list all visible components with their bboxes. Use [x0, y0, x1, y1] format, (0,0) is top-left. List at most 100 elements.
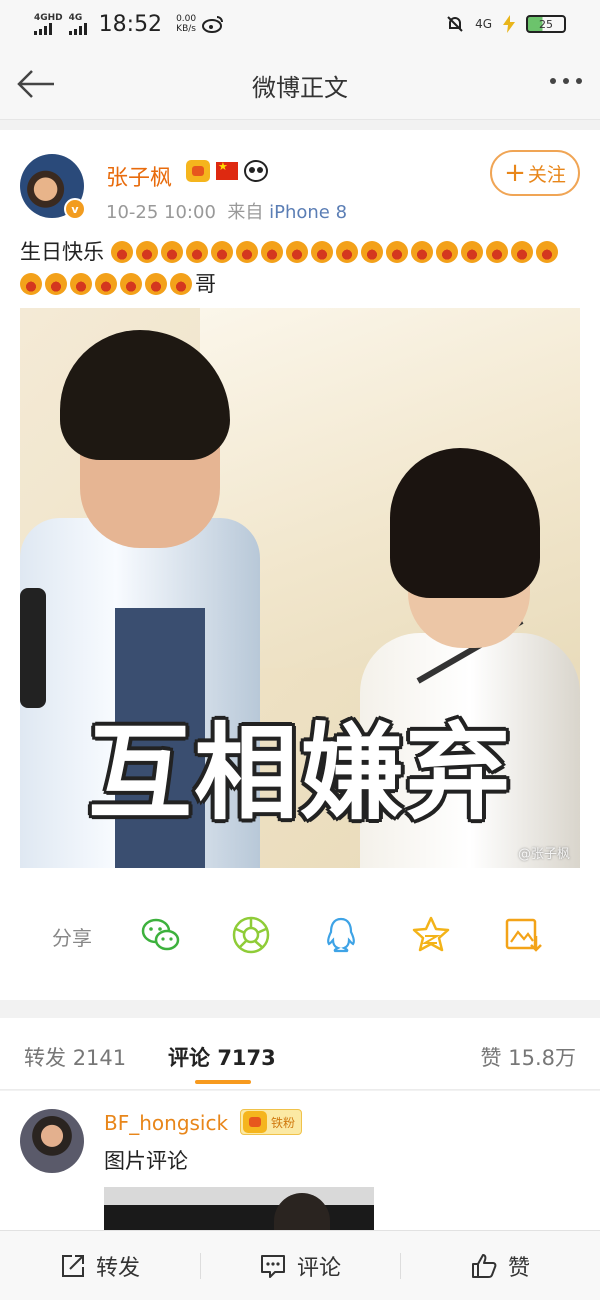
emoji-face-icon	[120, 273, 142, 295]
crown-icon	[186, 160, 210, 182]
battery-icon: 25	[526, 15, 566, 33]
author-name[interactable]: 张子枫	[106, 160, 172, 192]
repost-button[interactable]: 转发	[0, 1231, 200, 1300]
post-card: v 张子枫 10-25 10:00 来自 iPhone 8 + 关注 生日快乐 …	[0, 130, 600, 1000]
clock: 18:52	[98, 11, 163, 37]
image-watermark: @张子枫	[517, 847, 570, 862]
emoji-face-icon	[95, 273, 117, 295]
post-text-end: 哥	[195, 272, 216, 296]
wechat-icon[interactable]	[140, 914, 182, 956]
emoji-face-icon	[185, 241, 208, 263]
emoji-face-icon	[535, 241, 558, 263]
sim1-signal: 4GHD	[34, 12, 63, 35]
china-flag-icon	[216, 160, 238, 180]
tab-like-count: 15.8万	[508, 1046, 576, 1070]
emoji-face-icon	[235, 241, 258, 263]
bottom-action-bar: 转发 评论 赞	[0, 1230, 600, 1300]
emoji-face-icon	[145, 273, 167, 295]
panda-icon	[244, 160, 268, 182]
author-badges	[186, 160, 268, 182]
battery-level: 25	[539, 17, 553, 31]
tab-like[interactable]: 赞 15.8万	[481, 1042, 576, 1072]
post-text: 生日快乐 哥	[20, 236, 580, 300]
tab-comment[interactable]: 评论 7173	[168, 1042, 276, 1072]
share-label: 分享	[52, 926, 92, 950]
speed-unit: KB/s	[176, 24, 196, 34]
tab-repost[interactable]: 转发 2141	[24, 1042, 126, 1072]
post-source: iPhone 8	[269, 202, 348, 223]
signal-bars-icon	[34, 22, 52, 35]
emoji-face-icon	[435, 241, 458, 263]
source-prefix: 来自	[227, 202, 264, 223]
qzone-star-icon[interactable]	[410, 914, 452, 956]
tab-comment-label: 评论	[168, 1046, 210, 1070]
post-text-start: 生日快乐	[20, 240, 104, 264]
speed-value: 0.00	[176, 14, 197, 24]
thumbs-up-icon	[471, 1253, 497, 1278]
plus-icon: +	[504, 158, 526, 188]
sim2-signal: 4G	[68, 12, 87, 35]
emoji-face-icon	[210, 241, 233, 263]
charging-icon	[503, 15, 515, 33]
emoji-face-icon	[335, 241, 358, 263]
emoji-face-icon	[110, 241, 133, 263]
crown-icon	[243, 1111, 267, 1133]
comment-icon	[260, 1254, 285, 1278]
emoji-face-icon	[360, 241, 383, 263]
emoji-face-icon	[45, 273, 67, 295]
emoji-face-icon	[310, 241, 333, 263]
comment-avatar[interactable]	[20, 1109, 84, 1173]
comment-button[interactable]: 评论	[200, 1231, 400, 1300]
emoji-face-icon	[410, 241, 433, 263]
save-image-icon[interactable]	[502, 914, 544, 956]
weibo-icon	[202, 16, 224, 33]
status-right: 4G 25	[445, 14, 566, 34]
emoji-face-icon	[485, 241, 508, 263]
tab-repost-label: 转发	[24, 1046, 66, 1070]
like-button[interactable]: 赞	[400, 1231, 600, 1300]
comment-list: BF_hongsick 铁粉 图片评论	[0, 1091, 600, 1231]
repost-icon	[61, 1254, 84, 1277]
emoji-face-icon	[385, 241, 408, 263]
follow-label: 关注	[527, 163, 566, 186]
status-bar: 4GHD 4G 18:52 0.00 KB/s 4G 25	[0, 0, 600, 48]
post-time: 10-25 10:00	[106, 202, 216, 223]
fan-badge: 铁粉	[240, 1109, 303, 1135]
follow-button[interactable]: + 关注	[490, 150, 580, 196]
sim1-label: 4GHD	[34, 12, 63, 23]
comment-text: 图片评论	[104, 1149, 188, 1173]
comment-image[interactable]	[104, 1187, 374, 1231]
page-title: 微博正文	[252, 74, 348, 102]
emoji-face-icon	[135, 241, 158, 263]
emoji-face-icon	[460, 241, 483, 263]
signal-bars-icon	[68, 22, 87, 35]
image-caption: 互相嫌弃	[87, 712, 512, 834]
network-right-label: 4G	[475, 17, 492, 31]
share-row: 分享	[0, 910, 600, 960]
tab-repost-count: 2141	[72, 1046, 127, 1070]
tab-comment-count: 7173	[217, 1046, 276, 1070]
comment-label: 评论	[296, 1255, 341, 1281]
nav-bar: 微博正文	[0, 48, 600, 120]
verified-badge: v	[64, 198, 86, 220]
emoji-face-icon	[170, 273, 192, 295]
emoji-face-icon	[160, 241, 183, 263]
sim2-label: 4G	[68, 12, 83, 23]
post-image[interactable]: 互相嫌弃 @张子枫	[20, 308, 580, 868]
emoji-face-icon	[20, 273, 42, 295]
comment-user-name[interactable]: BF_hongsick	[104, 1111, 228, 1135]
like-label: 赞	[507, 1255, 530, 1281]
emoji-face-icon	[70, 273, 92, 295]
moments-icon[interactable]	[230, 914, 272, 956]
emoji-face-icon	[510, 241, 533, 263]
qq-icon[interactable]	[320, 914, 362, 956]
mute-bell-icon	[447, 16, 463, 32]
more-dots-icon[interactable]	[550, 78, 582, 84]
fan-badge-label: 铁粉	[271, 1115, 296, 1130]
active-tab-indicator	[195, 1080, 251, 1084]
comment-tabs: 转发 2141 评论 7173 赞 15.8万	[0, 1018, 600, 1090]
network-speed: 0.00 KB/s	[176, 14, 196, 34]
post-meta: 10-25 10:00 来自 iPhone 8	[106, 198, 347, 224]
status-left: 4GHD 4G 18:52 0.00 KB/s	[34, 12, 224, 37]
repost-label: 转发	[95, 1255, 140, 1281]
